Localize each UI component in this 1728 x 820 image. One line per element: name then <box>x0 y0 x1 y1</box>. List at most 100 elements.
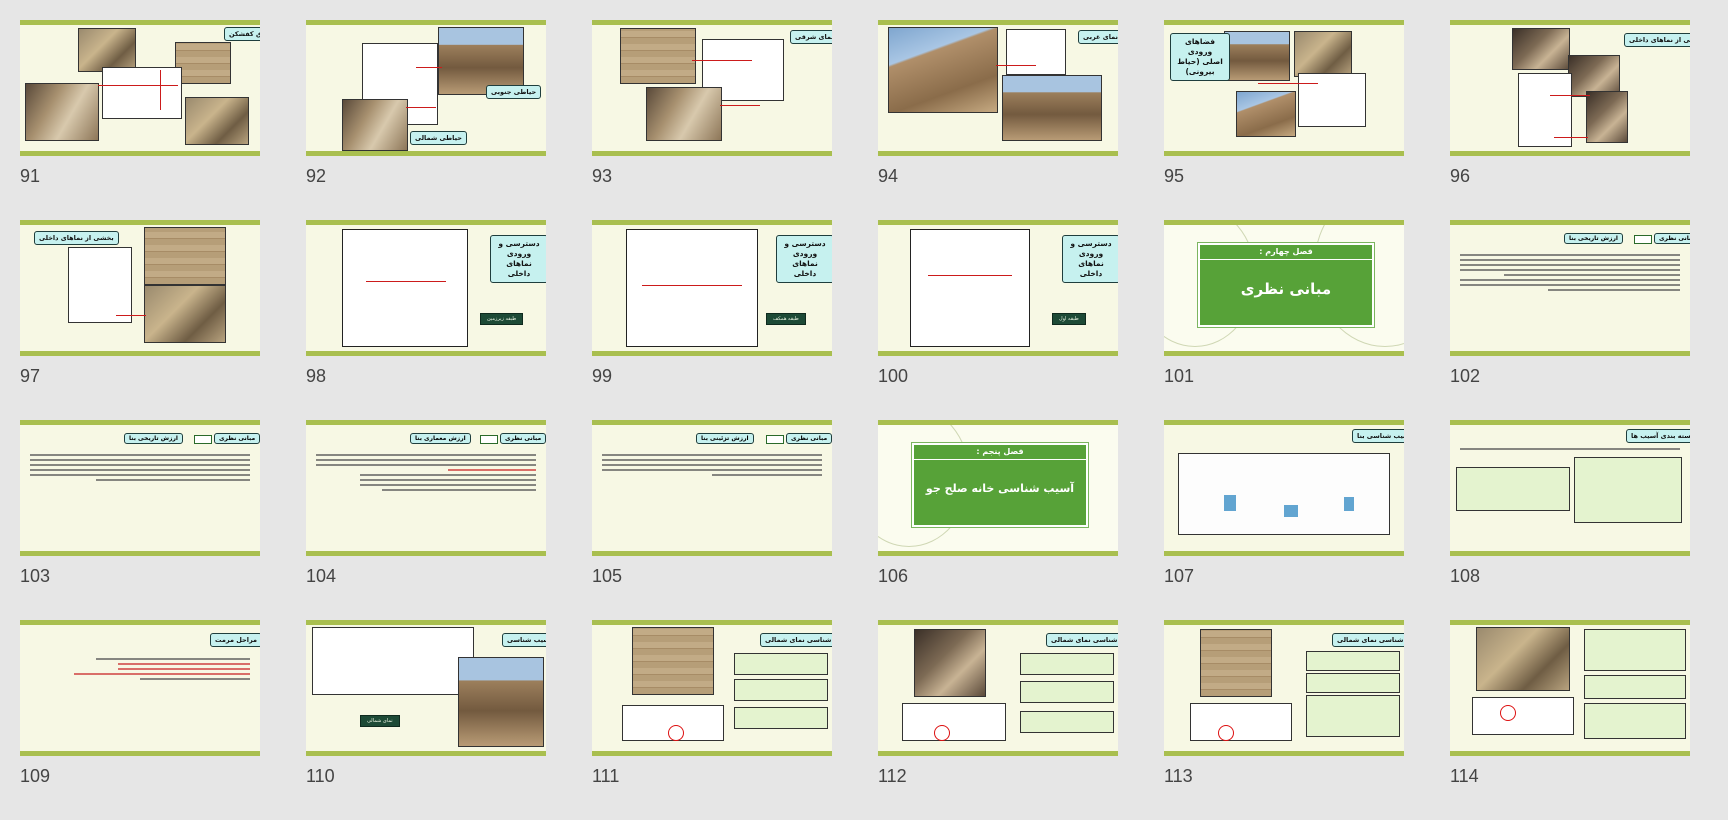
floor-button[interactable]: طبقه اول <box>1052 313 1086 325</box>
slide-title: نمای شرقی <box>790 30 832 44</box>
damage-marker <box>1224 495 1236 511</box>
arrow-icon <box>480 435 498 444</box>
slide-thumbnail[interactable]: 114 <box>1450 620 1690 820</box>
section-tag: مبانی نظری <box>1654 233 1690 244</box>
arrow <box>996 65 1036 66</box>
floor-button[interactable]: طبقه همکف <box>766 313 806 325</box>
slide-preview[interactable]: دسته بندی آسیب ها <box>1450 420 1690 556</box>
photo <box>888 27 998 113</box>
slide-thumbnail[interactable]: مبانی نظری ارزش تاریخی بنا 102 <box>1450 220 1690 420</box>
elevation-drawing <box>1472 697 1574 735</box>
section-tag: مبانی نظری <box>786 433 832 444</box>
slide-thumbnail[interactable]: دسترسی و ورودی نماهای داخلی طبقه زیرزمین… <box>306 220 546 420</box>
slide-thumbnail[interactable]: آسیب شناسی بنا 107 <box>1164 420 1404 620</box>
slide-thumbnail[interactable]: آسیب شناسی نمای شمالی 110 <box>306 620 546 820</box>
label-south-courtyard: حیاطی جنوبی <box>486 85 542 99</box>
slide-thumbnail[interactable]: نمای شرقی 93 <box>592 20 832 220</box>
slide-thumbnail[interactable]: آسیب شناسی نمای شمالی 111 <box>592 620 832 820</box>
chapter-title-box: فصل چهارم : مبانی نظری <box>1197 242 1375 328</box>
slide-preview[interactable] <box>1450 620 1690 756</box>
slide-preview[interactable]: فصل چهارم : مبانی نظری <box>1164 220 1404 356</box>
slide-thumbnail[interactable]: مراحل مرمت 109 <box>20 620 260 820</box>
slide-preview[interactable]: آسیب شناسی نمای شمالی <box>878 620 1118 756</box>
photo <box>646 87 722 141</box>
slide-preview[interactable]: آسیب شناسی نمای شمالی <box>306 620 546 756</box>
slide-title: آسیب شناسی نمای شمالی <box>1332 633 1404 647</box>
floor-plan <box>1518 73 1572 147</box>
slide-number: 94 <box>878 166 899 186</box>
slide-thumbnail[interactable]: بخشی از نماهای داخلی 97 <box>20 220 260 420</box>
floor-plan-first <box>910 229 1030 347</box>
slide-preview[interactable]: فصل پنجم : آسیب شناسی خانه صلح جو <box>878 420 1118 556</box>
photo <box>1512 28 1570 70</box>
slide-preview[interactable]: آسیب شناسی نمای شمالی <box>1164 620 1404 756</box>
slide-title: آسیب شناسی نمای شمالی <box>760 633 832 647</box>
slide-thumbnail[interactable]: فصل پنجم : آسیب شناسی خانه صلح جو 106 <box>878 420 1118 620</box>
slide-preview[interactable]: دسترسی و ورودی نماهای داخلی طبقه همکف <box>592 220 832 356</box>
photo <box>1002 75 1102 141</box>
slide-title: فضاهای ورودی اصلی (حیاط بیرونی) <box>1170 33 1230 81</box>
topic-tag: ارزش تاریخی بنا <box>1564 233 1623 244</box>
slide-preview[interactable]: مبانی نظری ارزش تاریخی بنا <box>1450 220 1690 356</box>
slide-number: 98 <box>306 366 327 386</box>
slide-preview[interactable]: مراحل مرمت <box>20 620 260 756</box>
slide-thumbnail[interactable]: آسیب شناسی نمای شمالی 112 <box>878 620 1118 820</box>
photo <box>914 629 986 697</box>
slide-preview[interactable]: مبانی نظری ارزش تاریخی بنا <box>20 420 260 556</box>
slide-thumbnail[interactable]: آسیب شناسی نمای شمالی 113 <box>1164 620 1404 820</box>
slide-thumbnail[interactable]: مبانی نظری ارزش تاریخی بنا 103 <box>20 420 260 620</box>
damage-note <box>734 679 828 701</box>
slide-number: 103 <box>20 566 51 586</box>
slide-preview[interactable]: فضاهای ورودی اصلی (حیاط بیرونی) <box>1164 20 1404 156</box>
slide-title: دسترسی و ورودی نماهای داخلی <box>776 235 832 283</box>
slide-title: مراحل مرمت <box>210 633 260 647</box>
facade-button[interactable]: نمای شمالی <box>360 715 400 727</box>
slide-thumbnail[interactable]: دسته بندی آسیب ها 108 <box>1450 420 1690 620</box>
photo <box>1224 31 1290 81</box>
elevation-drawing <box>902 703 1006 741</box>
slide-title: آسیب شناسی بنا <box>1352 429 1404 443</box>
slide-thumbnail[interactable]: اتاق کفشکن 91 <box>20 20 260 220</box>
slide-thumbnail[interactable]: دسترسی و ورودی نماهای داخلی طبقه اول 100 <box>878 220 1118 420</box>
slide-thumbnail[interactable]: حیاطی جنوبی حیاطی شمالی 92 <box>306 20 546 220</box>
slide-thumbnail[interactable]: مبانی نظری ارزش معماری بنا 104 <box>306 420 546 620</box>
slide-preview[interactable]: دسترسی و ورودی نماهای داخلی طبقه زیرزمین <box>306 220 546 356</box>
photo <box>342 99 408 151</box>
arrow <box>406 107 436 108</box>
slide-title: آسیب شناسی نمای شمالی <box>1046 633 1118 647</box>
slide-title: آسیب شناسی <box>502 633 546 647</box>
slide-number: 96 <box>1450 166 1471 186</box>
slide-thumbnail[interactable]: فضاهای ورودی اصلی (حیاط بیرونی) 95 <box>1164 20 1404 220</box>
body-text <box>316 451 536 494</box>
slide-preview[interactable]: بخشی از نماهای داخلی <box>20 220 260 356</box>
floor-plan <box>1298 73 1366 127</box>
slide-preview[interactable]: حیاطی جنوبی حیاطی شمالی <box>306 20 546 156</box>
slide-preview[interactable]: اتاق کفشکن <box>20 20 260 156</box>
slide-preview[interactable]: نمای شرقی <box>592 20 832 156</box>
slide-number: 101 <box>1164 366 1195 386</box>
slide-preview[interactable]: نمای غربی <box>878 20 1118 156</box>
slide-preview[interactable]: مبانی نظری ارزش معماری بنا <box>306 420 546 556</box>
floor-button[interactable]: طبقه زیرزمین <box>480 313 524 325</box>
slide-preview[interactable]: مبانی نظری ارزش تزئینی بنا <box>592 420 832 556</box>
slide-preview[interactable]: دسترسی و ورودی نماهای داخلی طبقه اول <box>878 220 1118 356</box>
slide-preview[interactable]: آسیب شناسی نمای شمالی <box>592 620 832 756</box>
slide-sorter-grid: اتاق کفشکن 91 حیاطی جنوبی حیاطی شمالی 92… <box>20 20 1690 820</box>
damage-note <box>734 707 828 729</box>
slide-thumbnail[interactable]: فصل چهارم : مبانی نظری 101 <box>1164 220 1404 420</box>
floor-plan <box>102 67 182 119</box>
slide-preview[interactable]: بخشی از نماهای داخلی <box>1450 20 1690 156</box>
floor-plan <box>1006 29 1066 75</box>
slide-number: 93 <box>592 166 613 186</box>
slide-thumbnail[interactable]: بخشی از نماهای داخلی 96 <box>1450 20 1690 220</box>
damage-note <box>734 653 828 675</box>
elevation-drawing <box>1190 703 1292 741</box>
slide-thumbnail[interactable]: دسترسی و ورودی نماهای داخلی طبقه همکف 99 <box>592 220 832 420</box>
slide-preview[interactable]: آسیب شناسی بنا <box>1164 420 1404 556</box>
slide-thumbnail[interactable]: نمای غربی 94 <box>878 20 1118 220</box>
slide-number: 111 <box>592 766 620 786</box>
slide-thumbnail[interactable]: مبانی نظری ارزش تزئینی بنا 105 <box>592 420 832 620</box>
topic-tag: ارزش تزئینی بنا <box>696 433 754 444</box>
chapter-title-box: فصل پنجم : آسیب شناسی خانه صلح جو <box>911 442 1089 528</box>
slide-title: بخشی از نماهای داخلی <box>1624 33 1690 47</box>
